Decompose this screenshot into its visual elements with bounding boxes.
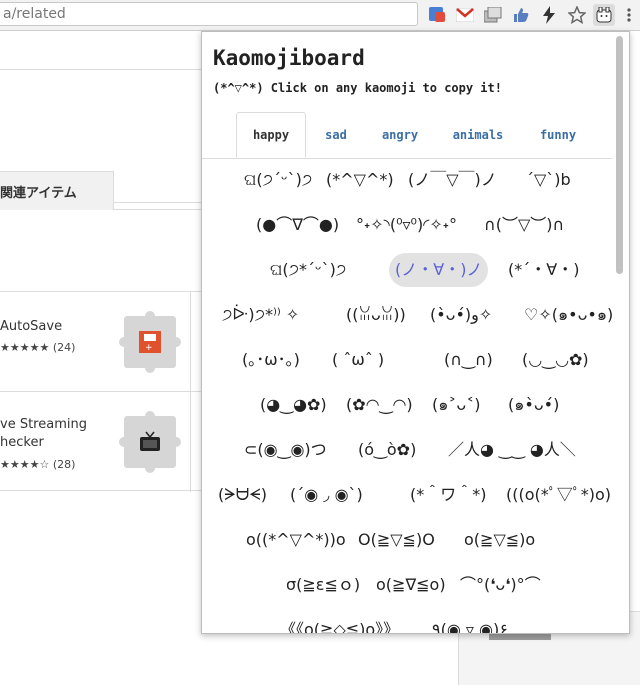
kaomojiboard-popup: Kaomojiboard (*^▽^*) Click on any kaomoj…: [201, 31, 630, 634]
kaomoji-item[interactable]: O(≧▽≦)O: [352, 523, 441, 557]
tab-happy[interactable]: happy: [236, 112, 306, 158]
kaomoji-item[interactable]: (*^▽^*): [320, 163, 400, 197]
kaomoji-item[interactable]: ／人◕ ‿‿ ◕人＼: [442, 433, 582, 467]
kaomoji-item[interactable]: (((o(*ﾟ▽ﾟ*)o))): [500, 478, 629, 512]
kaomoji-item[interactable]: (´◉ ◞ ◉`): [284, 478, 369, 512]
kaomoji-row: ଘ(੭ˊᵕˋ)੭ (*^▽^*) (ノ￣▽￣)ノ ´▽`)b: [202, 163, 612, 208]
browser-toolbar: a/related: [0, 0, 640, 31]
kaomoji-item[interactable]: ∩(︶▽︶)∩: [478, 208, 570, 242]
kaomoji-item[interactable]: (✿◠‿◠): [340, 388, 419, 422]
tab-angry[interactable]: angry: [372, 112, 428, 158]
column-divider: [190, 392, 191, 492]
kaomoji-row: ⊂(◉‿◉)つ (ó‿ò✿) ／人◕ ‿‿ ◕人＼: [202, 433, 612, 478]
kaomoji-item-selected[interactable]: (ノ・∀・)ノ: [389, 253, 489, 287]
kaomoji-item[interactable]: ⊂(◉‿◉)つ: [238, 433, 333, 467]
kaomoji-item[interactable]: (*＾ワ＾*): [404, 478, 493, 512]
kaomoji-item[interactable]: ((ꈍᴗꈍ)): [340, 298, 412, 332]
kaomoji-item[interactable]: ଘ(੭*ˊᵕˋ)੭: [264, 253, 352, 287]
bookmark-star-icon[interactable]: [567, 5, 587, 25]
kaomoji-item[interactable]: (*´・∀・): [502, 253, 585, 287]
kaomoji-item[interactable]: ଘ(੭ˊᵕˋ)੭: [238, 163, 318, 197]
thumbs-up-icon[interactable]: [511, 5, 531, 25]
item-name: ve Streaming hecker: [0, 417, 87, 450]
kaomoji-item[interactable]: (｡･ω･｡): [236, 343, 306, 377]
rating-stars: ★★★★★: [0, 341, 50, 354]
kaomoji-item[interactable]: o(≧∇≦o): [370, 568, 452, 602]
rating-count: (28): [52, 458, 76, 471]
kaomojiboard-extension-icon[interactable]: [593, 4, 615, 26]
kaomoji-item[interactable]: o(≧▽≦)o: [458, 523, 541, 557]
rating-count: (24): [52, 341, 76, 354]
kaomoji-item[interactable]: (ᗒᗨᗕ): [212, 478, 273, 512]
kaomoji-item[interactable]: (ノ￣▽￣)ノ: [402, 163, 503, 197]
address-bar[interactable]: a/related: [0, 2, 418, 26]
kaomoji-row: (ᗒᗨᗕ) (´◉ ◞ ◉`) (*＾ワ＾*) (((o(*ﾟ▽ﾟ*)o))): [202, 478, 624, 523]
kaomoji-row: 《《o(≧◇≦)o》》 ٩(◉ ▿ ◉)۶: [202, 613, 612, 633]
kaomoji-item[interactable]: ٩(◉ ▿ ◉)۶: [426, 613, 514, 633]
kaomoji-row: ଘ(੭*ˊᵕˋ)੭ (ノ・∀・)ノ (*´・∀・): [202, 253, 612, 298]
category-tabs: happy sad angry animals funny: [202, 112, 629, 159]
related-items-tab-label: 関連アイテム: [0, 186, 77, 201]
kaomoji-row: (｡･ω･｡) ( ˆωˆ ) (∩‿∩) (◡‿◡✿): [202, 343, 612, 388]
kaomoji-item[interactable]: (◕‿◕✿): [254, 388, 333, 422]
extension-puzzle-icon: [119, 411, 181, 473]
related-items-tab[interactable]: 関連アイテム: [0, 171, 114, 210]
kaomoji-item[interactable]: o((*^▽^*))o: [240, 523, 352, 557]
tab-funny[interactable]: funny: [528, 112, 588, 158]
rating-stars: ★★★★☆: [0, 458, 50, 471]
kaomoji-item[interactable]: (๑•̀ᴗ•́): [502, 388, 565, 422]
kaomoji-item[interactable]: σ(≧ε≦ｏ): [280, 568, 366, 602]
kaomoji-item[interactable]: ´▽`)b: [520, 163, 577, 197]
kaomoji-item[interactable]: (ó‿ò✿): [352, 433, 422, 467]
kaomoji-item[interactable]: (∩‿∩): [438, 343, 499, 377]
autosave-icon: +: [139, 331, 161, 353]
kaomoji-item[interactable]: (◡‿◡✿): [516, 343, 595, 377]
tabs-manager-icon[interactable]: [483, 5, 503, 25]
scrollbar-thumb[interactable]: [616, 36, 623, 274]
kaomoji-item[interactable]: ੭ᐕ)੭*⁾⁾ ✧: [216, 298, 305, 332]
kaomoji-row: (●⌒∇⌒●) °˖✧◝(⁰▿⁰)◜✧˖° ∩(︶▽︶)∩: [202, 208, 612, 253]
kaomoji-item[interactable]: °˖✧◝(⁰▿⁰)◜✧˖°: [350, 208, 463, 242]
column-divider: [190, 292, 191, 392]
kaomoji-row: o((*^▽^*))o O(≧▽≦)O o(≧▽≦)o: [202, 523, 612, 568]
tab-sad[interactable]: sad: [314, 112, 358, 158]
kaomoji-item[interactable]: ( ˆωˆ ): [326, 343, 390, 377]
extension-puzzle-icon: +: [119, 311, 181, 373]
item-rating: ★★★★★ (24): [0, 341, 75, 354]
kaomoji-item[interactable]: (●⌒∇⌒●): [250, 208, 345, 242]
kaomoji-item[interactable]: ♡✧(๑•ᴗ•๑): [518, 298, 619, 332]
kaomoji-row: ੭ᐕ)੭*⁾⁾ ✧ ((ꈍᴗꈍ)) (•̀ᴗ•́)و✧ ♡✧(๑•ᴗ•๑): [202, 298, 613, 343]
kaomoji-item[interactable]: (๑˃ᴗ˂): [426, 388, 486, 422]
tv-icon: [140, 431, 160, 451]
browser-menu-icon[interactable]: [622, 5, 636, 25]
popup-subtitle: (*^▽^*) Click on any kaomoji to copy it!: [213, 81, 502, 95]
translate-extension-icon[interactable]: [427, 5, 447, 25]
gmail-icon[interactable]: [455, 5, 475, 25]
kaomoji-item[interactable]: ⌒°(❛ᴗ❛)°⌒: [454, 568, 547, 602]
item-rating: ★★★★☆ (28): [0, 458, 75, 471]
address-bar-url: a/related: [3, 6, 66, 22]
popup-title: Kaomojiboard: [213, 46, 365, 70]
kaomoji-item[interactable]: 《《o(≧◇≦)o》》: [274, 613, 405, 633]
lightning-icon[interactable]: [539, 5, 559, 25]
tab-animals[interactable]: animals: [442, 112, 514, 158]
svg-text:+: +: [145, 343, 153, 353]
kaomoji-row: (◕‿◕✿) (✿◠‿◠) (๑˃ᴗ˂) (๑•̀ᴗ•́): [202, 388, 612, 433]
item-name: AutoSave: [0, 319, 63, 334]
kaomoji-row: σ(≧ε≦ｏ) o(≧∇≦o) ⌒°(❛ᴗ❛)°⌒: [202, 568, 612, 613]
kaomoji-item[interactable]: (•̀ᴗ•́)و✧: [424, 298, 498, 332]
popup-scrollbar[interactable]: [612, 32, 629, 633]
